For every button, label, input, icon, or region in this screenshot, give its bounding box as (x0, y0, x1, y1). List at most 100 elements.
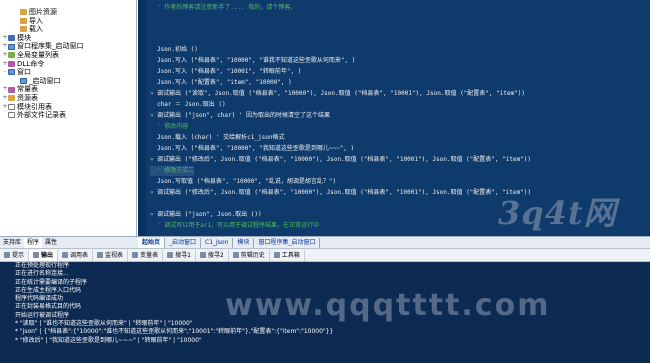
tree-node-icon (8, 43, 15, 50)
output-tab-icon (4, 252, 10, 258)
output-tab-label: 调用表 (70, 251, 89, 259)
tree-item[interactable]: 载入 (0, 25, 136, 34)
tree-item-label: 全局变量列表 (17, 50, 59, 59)
code-text: 调试输出 ("json", char) ' 因为取出的时候清空了这个结果 (157, 112, 331, 119)
tree-node-icon (8, 112, 15, 119)
output-tab-label: 搜寻2 (207, 251, 224, 259)
document-tab[interactable]: 窗口程序集_启动窗口 (254, 237, 321, 248)
tree-item-label: 资源表 (17, 93, 38, 102)
output-tab-label: 工具箱 (281, 251, 300, 259)
editor-gutter (138, 0, 146, 236)
document-tab[interactable]: _启动窗口 (165, 237, 202, 248)
code-line[interactable]: Json.写入 ("档县表", "10000", "谁我不知道这些歪歌从何而来"… (150, 56, 355, 66)
code-editor[interactable]: 3q4t网 ' 作者的博客请注意新手了.... 我的，请个博客。 Json.初始 … (138, 0, 650, 236)
code-line[interactable]: Json.初始 () (150, 45, 198, 55)
tree-item-label: 常量表 (17, 85, 38, 94)
tree-item[interactable]: + 模块引用表 (0, 103, 136, 112)
output-tab[interactable]: 提示 (0, 249, 30, 261)
tree-item[interactable]: 导入 (0, 17, 136, 26)
program-tree-panel[interactable]: 图片资源 导入 载入 + 模块 + 窗口程序集_启动窗口 + 全局变量列表 + DLL命令 - 窗口 _启… (0, 0, 137, 236)
output-tab[interactable]: 变量表 (128, 249, 164, 261)
tree-node-icon (8, 52, 15, 59)
watermark-qqqtttt: www.qqqtttt.com (225, 288, 551, 323)
code-line[interactable]: » 调试输出 ("修改后", Json.取值 ("档县表", "10000"), … (150, 188, 531, 198)
code-line[interactable]: ' 修改方式二 (150, 166, 195, 176)
code-line[interactable]: Json.写入 ("档县表", "10001", "转眼前年", ) (150, 67, 301, 77)
code-line[interactable]: » 调试输出 ("修改后", Json.取值 ("档县表", "10000"), … (150, 155, 531, 165)
document-tab[interactable]: C1_Json (201, 237, 234, 248)
output-tab[interactable]: 搜寻2 (196, 249, 229, 261)
output-tab-label: 输出 (41, 251, 54, 259)
output-panel-tabs: 提示 输出 调用表 监视表 变量表 搜寻1 搜寻2 剪辑历史 工具箱 (0, 248, 650, 262)
output-tab-icon (232, 252, 239, 258)
output-tab[interactable]: 工具箱 (270, 249, 305, 261)
document-tab[interactable]: 模块 (233, 237, 255, 248)
tree-item[interactable]: 外部文件记录表 (0, 111, 136, 120)
line-marker-icon: » (150, 156, 154, 163)
code-text: Json.写入 ("档县表", "10000", "我知道这些歪歌是到哪儿~~~… (157, 145, 355, 152)
output-tab-label: 搜寻1 (175, 251, 191, 259)
tree-item[interactable]: + 窗口程序集_启动窗口 (0, 42, 136, 51)
output-line: 正在预处理现行程序 (15, 262, 70, 269)
tree-item[interactable]: + 全局变量列表 (0, 51, 136, 60)
code-line[interactable]: ' 调试可以用于ar1，可以用于调试程序结果，在正常运行中 (150, 221, 319, 231)
tree-node-icon (8, 69, 15, 76)
code-text: 调试输出 ("读取", Json.取值 ("档县表", "10000"), Js… (157, 90, 526, 97)
output-tab-icon (273, 252, 280, 258)
left-tab[interactable]: 程序 (24, 237, 43, 248)
tree-node-icon (20, 9, 27, 16)
output-tab-icon (62, 252, 69, 258)
code-line[interactable]: » 调试输出 ("json", Json.取出 ()) (150, 210, 262, 220)
output-tab-icon (33, 252, 40, 258)
code-text: Json.写入 ("配置表", "item", "10000", ) (157, 79, 292, 86)
output-tab[interactable]: 输出 (29, 249, 59, 261)
output-tab[interactable]: 搜寻1 (163, 249, 196, 261)
code-text: Json.初始 () (157, 46, 198, 53)
tree-item[interactable]: + 常量表 (0, 85, 136, 94)
tree-item[interactable]: + DLL命令 (0, 60, 136, 69)
output-tab[interactable]: 剪辑历史 (229, 249, 270, 261)
code-line[interactable]: Json.写入 ("配置表", "item", "10000", ) (150, 78, 292, 88)
tree-node-icon (8, 95, 15, 102)
output-tab[interactable]: 监视表 (93, 249, 129, 261)
output-line: 正在进行名称连接... (15, 270, 69, 278)
tree-item[interactable]: 图片资源 (0, 8, 136, 17)
line-marker-icon: » (150, 112, 154, 119)
tree-item[interactable]: + 资源表 (0, 94, 136, 103)
line-marker-icon: » (150, 211, 154, 218)
output-panel[interactable]: 正在预处理现行程序 正在进行名称连接... 正在统计需要编译的子程序 正在生成主程序入… (0, 262, 650, 363)
output-tab-label: 提示 (12, 251, 25, 259)
tree-item-label: 外部文件记录表 (17, 111, 66, 120)
line-marker-icon: » (150, 90, 154, 97)
left-tab[interactable]: 属性 (42, 238, 60, 248)
code-text: Json.写取值 ("档县表", "10000", "乱说，胡调是胡言乱？") (157, 178, 337, 185)
left-tab[interactable]: 支持库 (0, 238, 24, 248)
tree-node-icon (20, 17, 27, 24)
code-text: ' 调试可以用于ar1，可以用于调试程序结果，在正常运行中 (157, 222, 320, 229)
tree-item-label: 图片资源 (29, 8, 57, 16)
code-text: ' 修改方式二 (157, 167, 195, 174)
code-text: Json.载入 (char) ' 交给解析c1_json格式 (157, 134, 285, 141)
document-tab[interactable]: 起始页 (138, 237, 166, 248)
code-line[interactable]: » 调试输出 ("读取", Json.取值 ("档县表", "10000"), J… (150, 89, 525, 99)
output-tab[interactable]: 调用表 (58, 249, 94, 261)
code-line[interactable]: Json.写取值 ("档县表", "10000", "乱说，胡调是胡言乱？") (150, 177, 336, 187)
code-line[interactable]: Json.载入 (char) ' 交给解析c1_json格式 (150, 133, 284, 143)
code-line[interactable]: » 调试输出 ("json", char) ' 因为取出的时候清空了这个结果 (150, 111, 330, 121)
output-tab-label: 变量表 (140, 251, 159, 259)
tree-item-label: DLL命令 (17, 59, 45, 68)
code-line[interactable]: char ＝ Json.取出 () (150, 100, 226, 110)
tree-item-label: 模块引用表 (17, 102, 52, 111)
tree-node-icon (8, 60, 15, 67)
line-marker-icon: » (150, 189, 154, 196)
code-text: 调试输出 ("修改后", Json.取值 ("档县表", "10000"), J… (157, 156, 532, 163)
tree-item[interactable]: - 窗口 (0, 68, 136, 77)
code-text: ' 作者的博客请注意新手了.... 我的，请个博客。 (157, 4, 297, 11)
code-line[interactable]: Json.写入 ("档县表", "10000", "我知道这些歪歌是到哪儿~~~… (150, 144, 354, 154)
code-line[interactable]: ' 作者的博客请注意新手了.... 我的，请个博客。 (150, 3, 296, 13)
code-line[interactable]: ' 修改内容 (150, 122, 188, 132)
output-tab-label: 监视表 (105, 251, 124, 259)
tree-node-icon (8, 86, 15, 93)
output-line: * "修改后" | "我知道这些歪歌是到哪儿~~~" | "转眼前年" | "1… (15, 336, 202, 344)
output-tab-icon (97, 252, 104, 258)
